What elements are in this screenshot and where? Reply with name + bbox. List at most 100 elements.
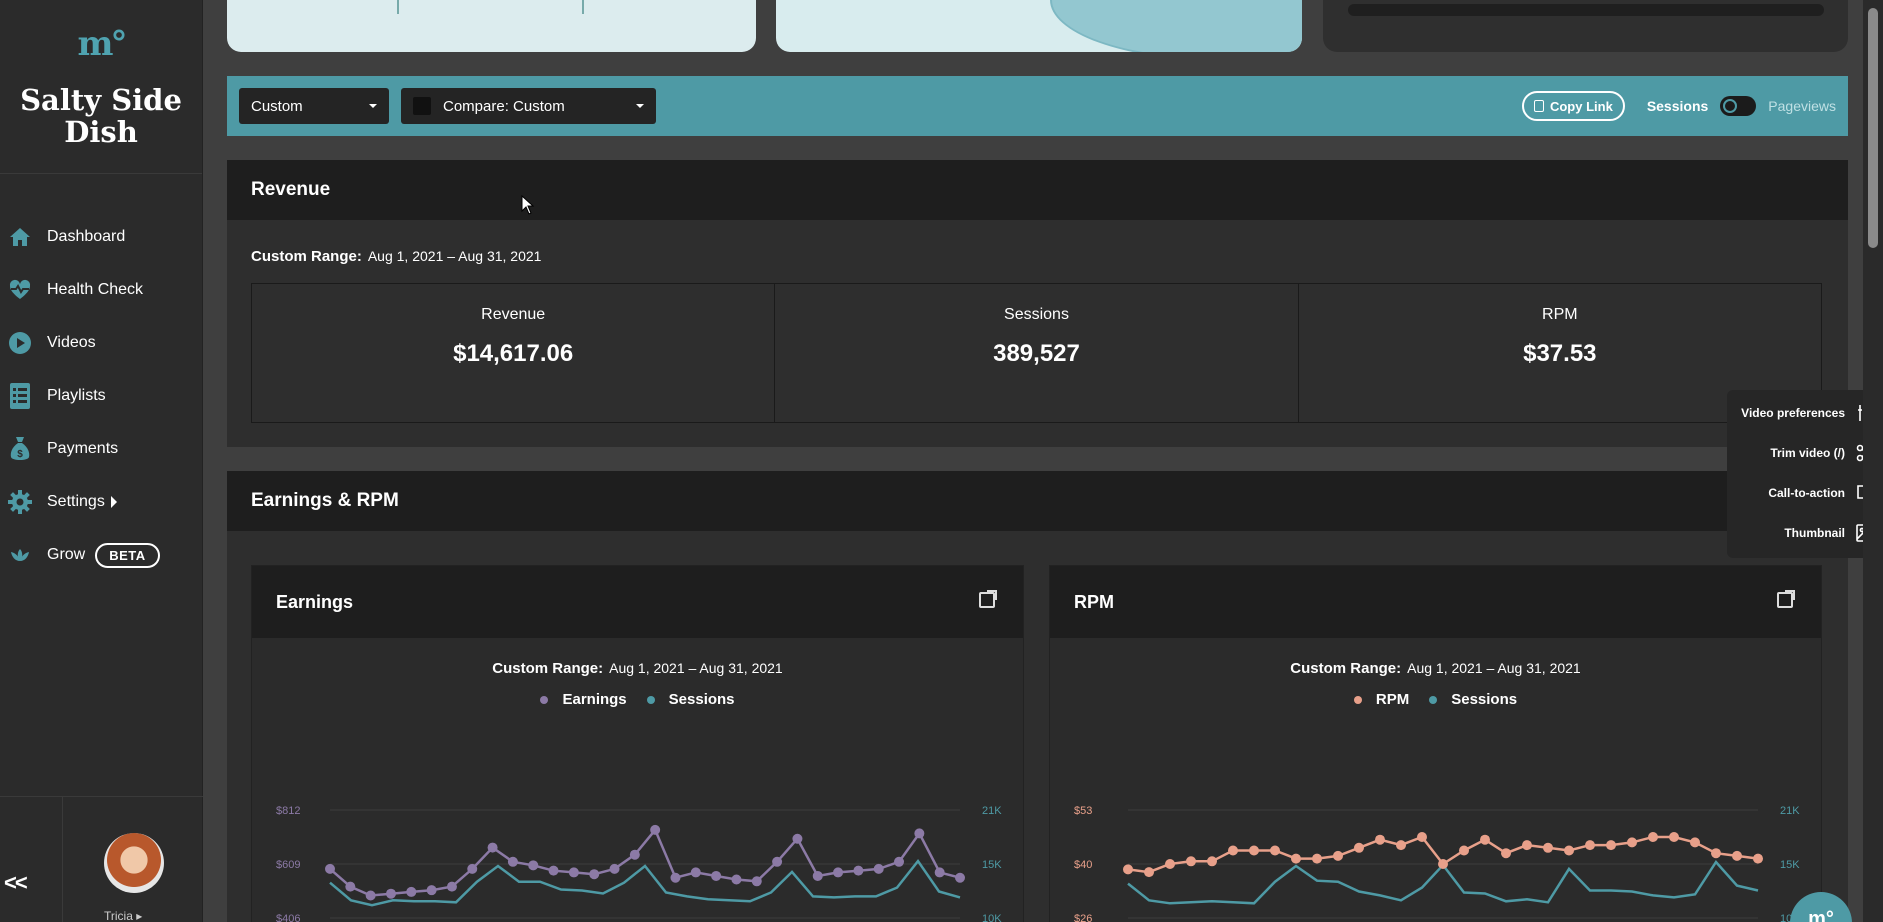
- compare-checkbox[interactable]: [413, 97, 431, 115]
- user-name[interactable]: Tricia ▸: [104, 909, 142, 922]
- data-point[interactable]: [1375, 834, 1385, 845]
- data-point[interactable]: [1144, 867, 1154, 878]
- avatar[interactable]: [104, 833, 164, 893]
- data-point[interactable]: [914, 828, 925, 839]
- data-point[interactable]: [629, 849, 640, 860]
- data-point[interactable]: [1333, 850, 1343, 861]
- trim-video-button[interactable]: Trim video (/): [1770, 438, 1875, 468]
- sidebar-item-playlists[interactable]: Playlists: [0, 379, 202, 413]
- data-point[interactable]: [894, 856, 905, 867]
- scrollbar[interactable]: [1863, 0, 1883, 922]
- data-point[interactable]: [385, 888, 396, 899]
- data-point[interactable]: [589, 869, 600, 880]
- data-point[interactable]: [467, 863, 478, 874]
- data-point[interactable]: [1606, 840, 1616, 851]
- chart-range: Custom Range: Aug 1, 2021 – Aug 31, 2021: [252, 660, 1023, 677]
- data-point[interactable]: [446, 881, 457, 892]
- data-point[interactable]: [1732, 850, 1742, 861]
- thumbnail-button[interactable]: Thumbnail: [1784, 518, 1875, 548]
- data-point[interactable]: [1543, 842, 1553, 853]
- data-point[interactable]: [1627, 837, 1637, 848]
- data-point[interactable]: [690, 867, 701, 878]
- data-point[interactable]: [833, 867, 844, 878]
- external-link-icon[interactable]: [979, 590, 997, 608]
- data-point[interactable]: [1249, 845, 1259, 856]
- legend-item-rpm[interactable]: RPM: [1353, 691, 1410, 708]
- data-point[interactable]: [670, 872, 681, 883]
- data-point[interactable]: [1417, 832, 1427, 842]
- sidebar-item-settings[interactable]: Settings: [0, 485, 202, 519]
- data-point[interactable]: [406, 886, 417, 897]
- data-point[interactable]: [934, 867, 945, 878]
- data-point[interactable]: [1123, 864, 1133, 875]
- scroll-thumb[interactable]: [1868, 8, 1878, 248]
- data-point[interactable]: [1753, 853, 1763, 864]
- data-point[interactable]: [507, 856, 518, 867]
- collapse-sidebar-button[interactable]: <<: [4, 870, 28, 896]
- copy-link-button[interactable]: Copy Link: [1521, 91, 1625, 121]
- panel-title: Revenue: [227, 160, 1848, 220]
- data-point[interactable]: [650, 824, 661, 835]
- data-point[interactable]: [1165, 859, 1175, 869]
- sidebar-item-payments[interactable]: $ Payments: [0, 432, 202, 466]
- data-point[interactable]: [1648, 832, 1658, 842]
- data-point[interactable]: [955, 872, 965, 883]
- data-point[interactable]: [772, 856, 783, 867]
- data-point[interactable]: [1459, 845, 1469, 856]
- data-point[interactable]: [853, 865, 864, 876]
- call-to-action-button[interactable]: Call-to-action: [1768, 478, 1875, 508]
- data-point[interactable]: [1396, 840, 1406, 851]
- data-point[interactable]: [812, 870, 823, 881]
- sessions-pageviews-toggle[interactable]: [1720, 96, 1757, 116]
- data-point[interactable]: [751, 876, 762, 887]
- data-point[interactable]: [1690, 837, 1700, 848]
- range-label: Custom Range:: [251, 248, 362, 265]
- progress-track: [1348, 4, 1824, 16]
- legend-item-earnings[interactable]: Earnings: [540, 691, 627, 708]
- legend-item-sessions[interactable]: Sessions: [646, 691, 735, 708]
- data-point[interactable]: [1312, 853, 1322, 864]
- data-point[interactable]: [1480, 834, 1490, 845]
- top-card-1: [227, 0, 756, 52]
- data-point[interactable]: [792, 833, 803, 844]
- data-point[interactable]: [1438, 859, 1448, 869]
- legend-label: RPM: [1375, 691, 1410, 708]
- data-point[interactable]: [1291, 853, 1301, 864]
- data-point[interactable]: [1564, 845, 1574, 856]
- sidebar-item-videos[interactable]: Videos: [0, 326, 202, 360]
- data-point[interactable]: [1711, 848, 1721, 859]
- sidebar-item-grow[interactable]: Grow BETA: [0, 538, 202, 572]
- data-point[interactable]: [426, 885, 437, 896]
- data-point[interactable]: [873, 863, 884, 874]
- data-point[interactable]: [1228, 845, 1238, 856]
- external-link-icon[interactable]: [1777, 590, 1795, 608]
- data-point[interactable]: [1354, 842, 1364, 853]
- earnings-rpm-panel: Earnings & RPM Earnings Custom Range: Aug…: [227, 471, 1848, 922]
- data-point[interactable]: [528, 860, 539, 871]
- data-point[interactable]: [1501, 848, 1511, 859]
- data-point[interactable]: [1186, 856, 1196, 867]
- data-point[interactable]: [325, 863, 335, 874]
- data-point[interactable]: [365, 890, 376, 901]
- brand[interactable]: m° Salty Side Dish: [0, 0, 202, 174]
- beta-badge: BETA: [95, 542, 160, 568]
- data-point[interactable]: [1522, 840, 1532, 851]
- data-point[interactable]: [1207, 856, 1217, 867]
- compare-select[interactable]: Compare: Custom: [401, 88, 656, 124]
- data-point[interactable]: [609, 863, 620, 874]
- date-range-select[interactable]: Custom: [239, 88, 389, 124]
- data-point[interactable]: [548, 865, 559, 876]
- data-point[interactable]: [1669, 832, 1679, 842]
- data-point[interactable]: [568, 867, 579, 878]
- caret-down-icon: [636, 104, 644, 108]
- sidebar-item-health-check[interactable]: Health Check: [0, 273, 202, 307]
- data-point[interactable]: [731, 874, 742, 885]
- data-point[interactable]: [345, 881, 356, 892]
- sidebar-item-dashboard[interactable]: Dashboard: [0, 220, 202, 254]
- data-point[interactable]: [1270, 845, 1280, 856]
- data-point[interactable]: [487, 842, 498, 853]
- legend-item-sessions[interactable]: Sessions: [1429, 691, 1517, 708]
- data-point[interactable]: [711, 870, 722, 881]
- video-preferences-button[interactable]: Video preferences: [1741, 398, 1875, 428]
- data-point[interactable]: [1585, 840, 1595, 851]
